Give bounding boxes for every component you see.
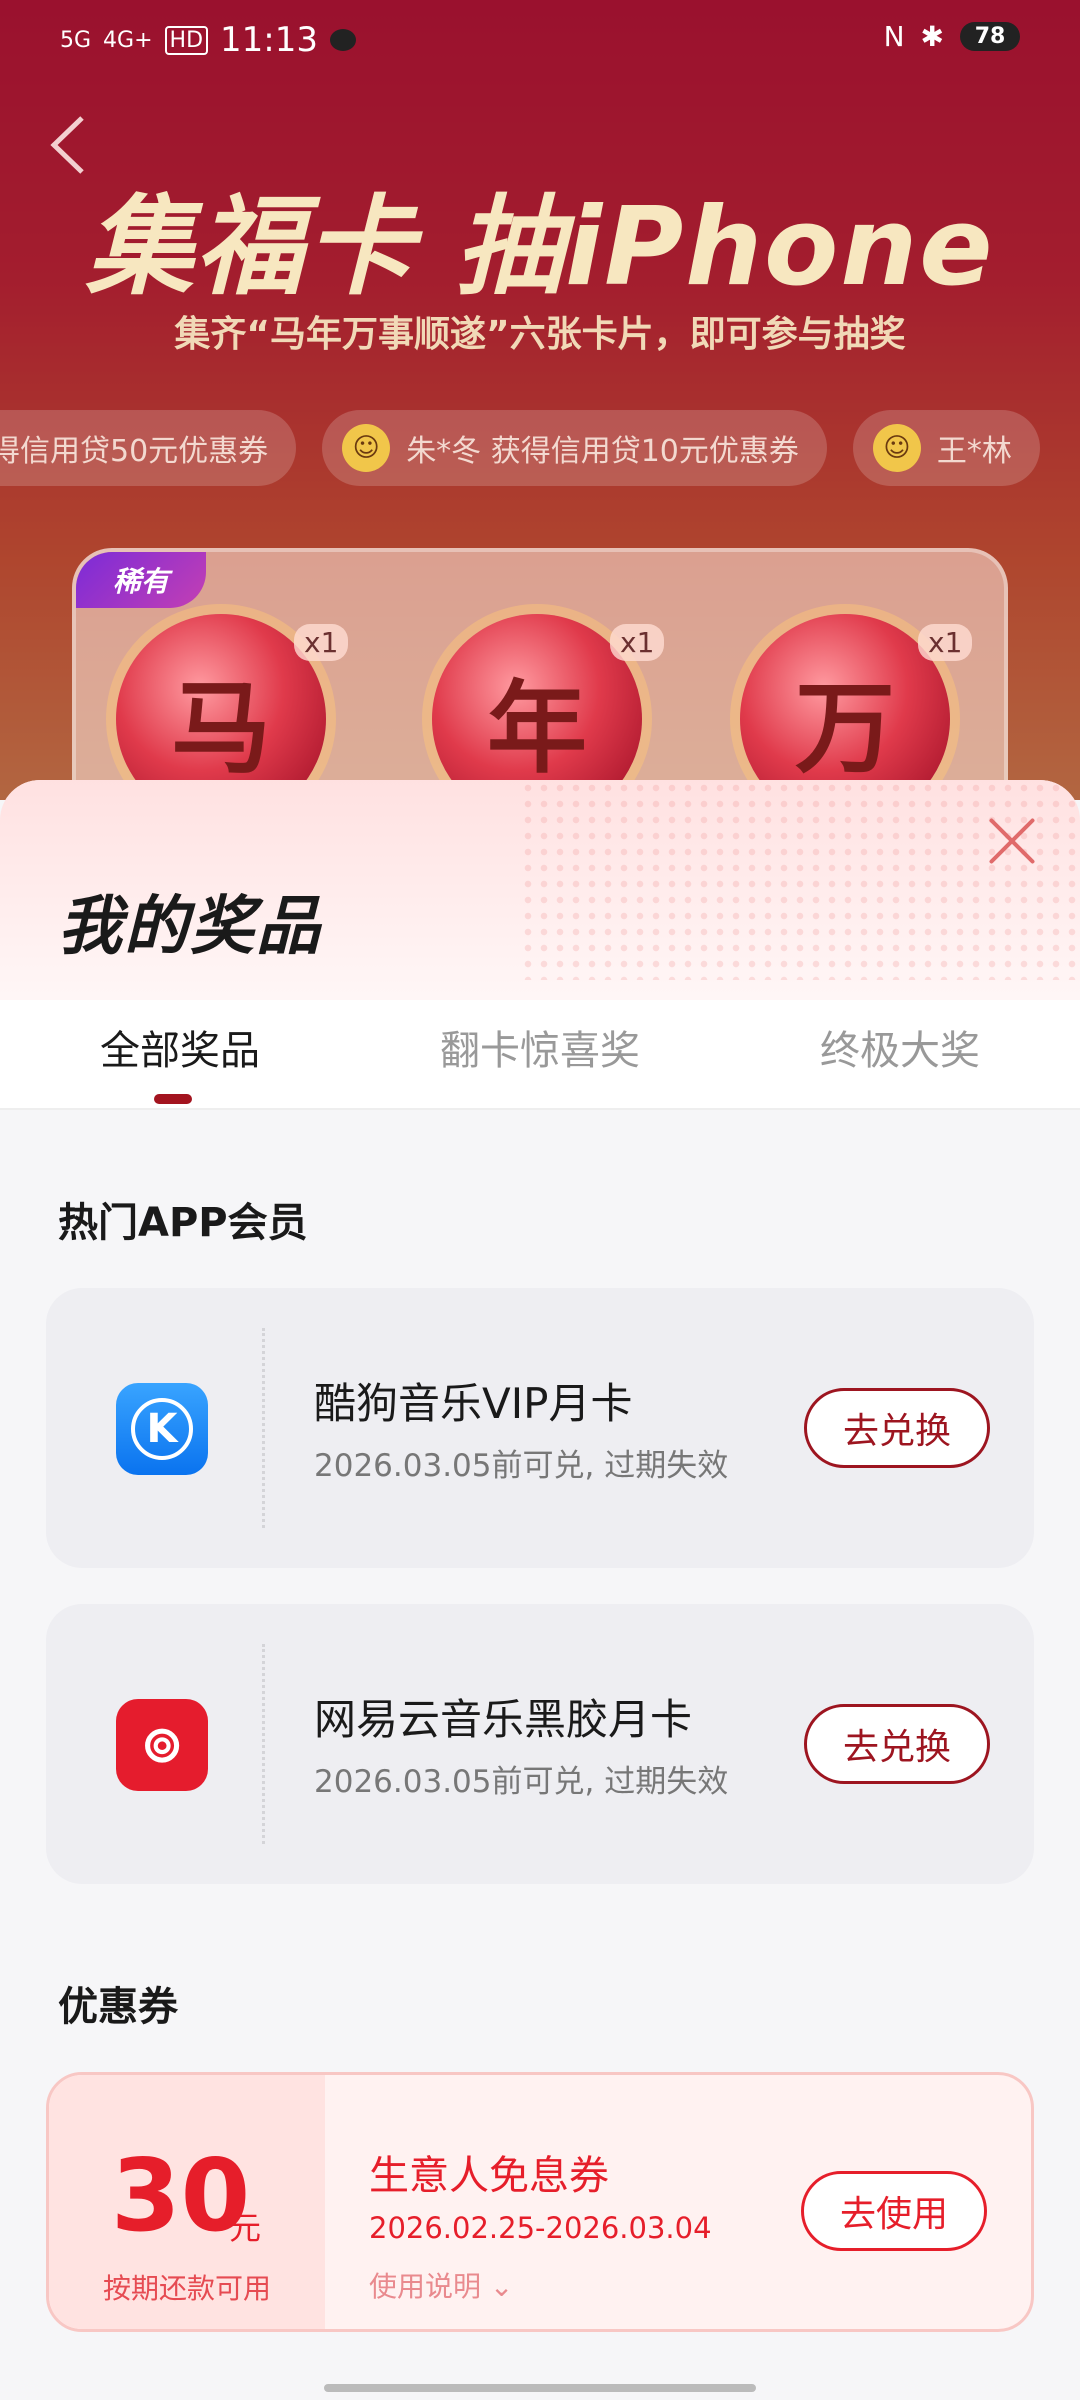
redeem-button[interactable]: 去兑换 [804,1704,990,1784]
active-tab-indicator [154,1094,192,1104]
fu-card-count: x1 [610,624,665,661]
coupon-name: 生意人免息券 [369,2153,609,2199]
ticker-item: ☺ 朱*冬 获得信用贷10元优惠券 [322,410,827,486]
signal-icon-2: 4G+ [103,27,153,53]
coupon-unit: 元 [229,2209,262,2247]
bluetooth-icon: ✱ [920,20,944,53]
background-page: 5G 4G+ HD 11:13 N ✱ 78 集福卡 抽iPhone 集齐“马年… [0,0,1080,800]
prize-name: 网易云音乐黑胶月卡 [314,1695,693,1744]
hero-title: 集福卡 抽iPhone [85,185,995,310]
winner-ticker: 获得信用贷50元优惠券 ☺ 朱*冬 获得信用贷10元优惠券 ☺ 王*林 [0,410,1040,486]
kugou-icon: K [116,1383,208,1475]
fu-card-count: x1 [918,624,973,661]
coupon-card: 30 元 按期还款可用 生意人免息券 2026.02.25-2026.03.04… [46,2072,1034,2332]
ticker-text: 王*林 [936,434,1012,469]
redeem-button[interactable]: 去兑换 [804,1388,990,1468]
prize-list: 热门APP会员 K 酷狗音乐VIP月卡 2026.03.05前可兑, 过期失效 … [0,1190,1080,2332]
netease-music-icon: ⊚ [116,1699,208,1791]
coupon-value-panel: 30 元 按期还款可用 [49,2075,325,2329]
fu-card-count: x1 [294,624,349,661]
prize-card: K 酷狗音乐VIP月卡 2026.03.05前可兑, 过期失效 去兑换 [46,1288,1034,1568]
ticker-item: 获得信用贷50元优惠券 [0,410,297,486]
coupon-condition: 按期还款可用 [102,2272,271,2305]
tab-flip-surprise[interactable]: 翻卡惊喜奖 [360,1000,720,1108]
section-title-hot-members: 热门APP会员 [58,1200,308,1246]
prize-expiry: 2026.03.05前可兑, 过期失效 [314,1764,729,1800]
ticker-item: ☺ 王*林 [852,410,1040,486]
ticker-text: 朱*冬 获得信用贷10元优惠券 [406,434,799,469]
prize-name: 酷狗音乐VIP月卡 [314,1379,633,1428]
prize-card: ⊚ 网易云音乐黑胶月卡 2026.03.05前可兑, 过期失效 去兑换 [46,1604,1034,1884]
avatar: ☺ [342,424,391,472]
divider [262,1328,265,1528]
sheet-title: 我的奖品 [58,890,322,964]
my-prizes-sheet: 我的奖品 全部奖品 翻卡惊喜奖 终极大奖 热门APP会员 K 酷狗音乐VIP月卡… [0,780,1080,2400]
prize-tabs: 全部奖品 翻卡惊喜奖 终极大奖 [0,1000,1080,1110]
hero-subtitle: 集齐“马年万事顺遂”六张卡片，即可参与抽奖 [174,314,906,355]
battery-icon: 78 [960,22,1020,51]
home-indicator[interactable] [324,2384,756,2392]
coupon-date-range: 2026.02.25-2026.03.04 [369,2211,712,2245]
notification-dot-icon [330,29,356,51]
divider [262,1644,265,1844]
use-coupon-button[interactable]: 去使用 [801,2171,987,2251]
rare-tag: 稀有 [76,552,206,608]
nfc-icon: N [883,20,905,53]
sheet-header: 我的奖品 全部奖品 翻卡惊喜奖 终极大奖 [0,780,1080,1110]
tab-grand-prize[interactable]: 终极大奖 [720,1000,1080,1108]
prize-expiry: 2026.03.05前可兑, 过期失效 [314,1448,729,1484]
status-time: 11:13 [220,20,318,60]
tab-all-prizes[interactable]: 全部奖品 [0,1000,360,1108]
status-bar: 5G 4G+ HD 11:13 N ✱ 78 [0,0,1080,84]
avatar: ☺ [872,424,921,472]
usage-instructions-toggle[interactable]: 使用说明 ⌄ [369,2265,513,2305]
section-title-coupons: 优惠券 [58,1984,178,2030]
hd-icon: HD [164,25,209,55]
ticker-text: 获得信用贷50元优惠券 [0,434,269,469]
signal-icon: 5G [60,27,92,53]
close-icon[interactable] [982,810,1042,870]
fu-card-collection: 稀有 马 x1 年 x1 万 x1 [72,548,1008,800]
